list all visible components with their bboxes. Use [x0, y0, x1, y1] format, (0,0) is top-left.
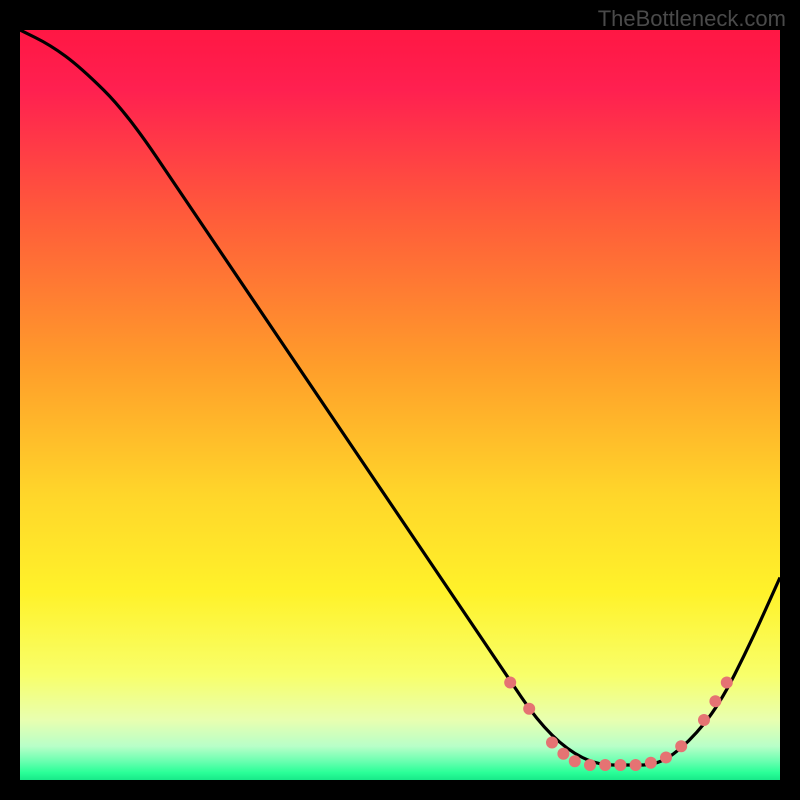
- bottleneck-curve: [20, 30, 780, 765]
- curve-marker: [523, 703, 535, 715]
- curve-marker: [614, 759, 626, 771]
- curve-markers: [504, 677, 733, 772]
- curve-marker: [675, 740, 687, 752]
- curve-marker: [630, 759, 642, 771]
- curve-marker: [645, 757, 657, 769]
- curve-marker: [546, 737, 558, 749]
- curve-marker: [584, 759, 596, 771]
- curve-marker: [709, 695, 721, 707]
- curve-marker: [569, 755, 581, 767]
- curve-marker: [557, 748, 569, 760]
- curve-marker: [698, 714, 710, 726]
- curve-marker: [599, 759, 611, 771]
- watermark-text: TheBottleneck.com: [598, 6, 786, 32]
- curve-marker: [504, 677, 516, 689]
- chart-container: [20, 30, 780, 780]
- curve-marker: [721, 677, 733, 689]
- curve-marker: [660, 752, 672, 764]
- chart-curve-layer: [20, 30, 780, 780]
